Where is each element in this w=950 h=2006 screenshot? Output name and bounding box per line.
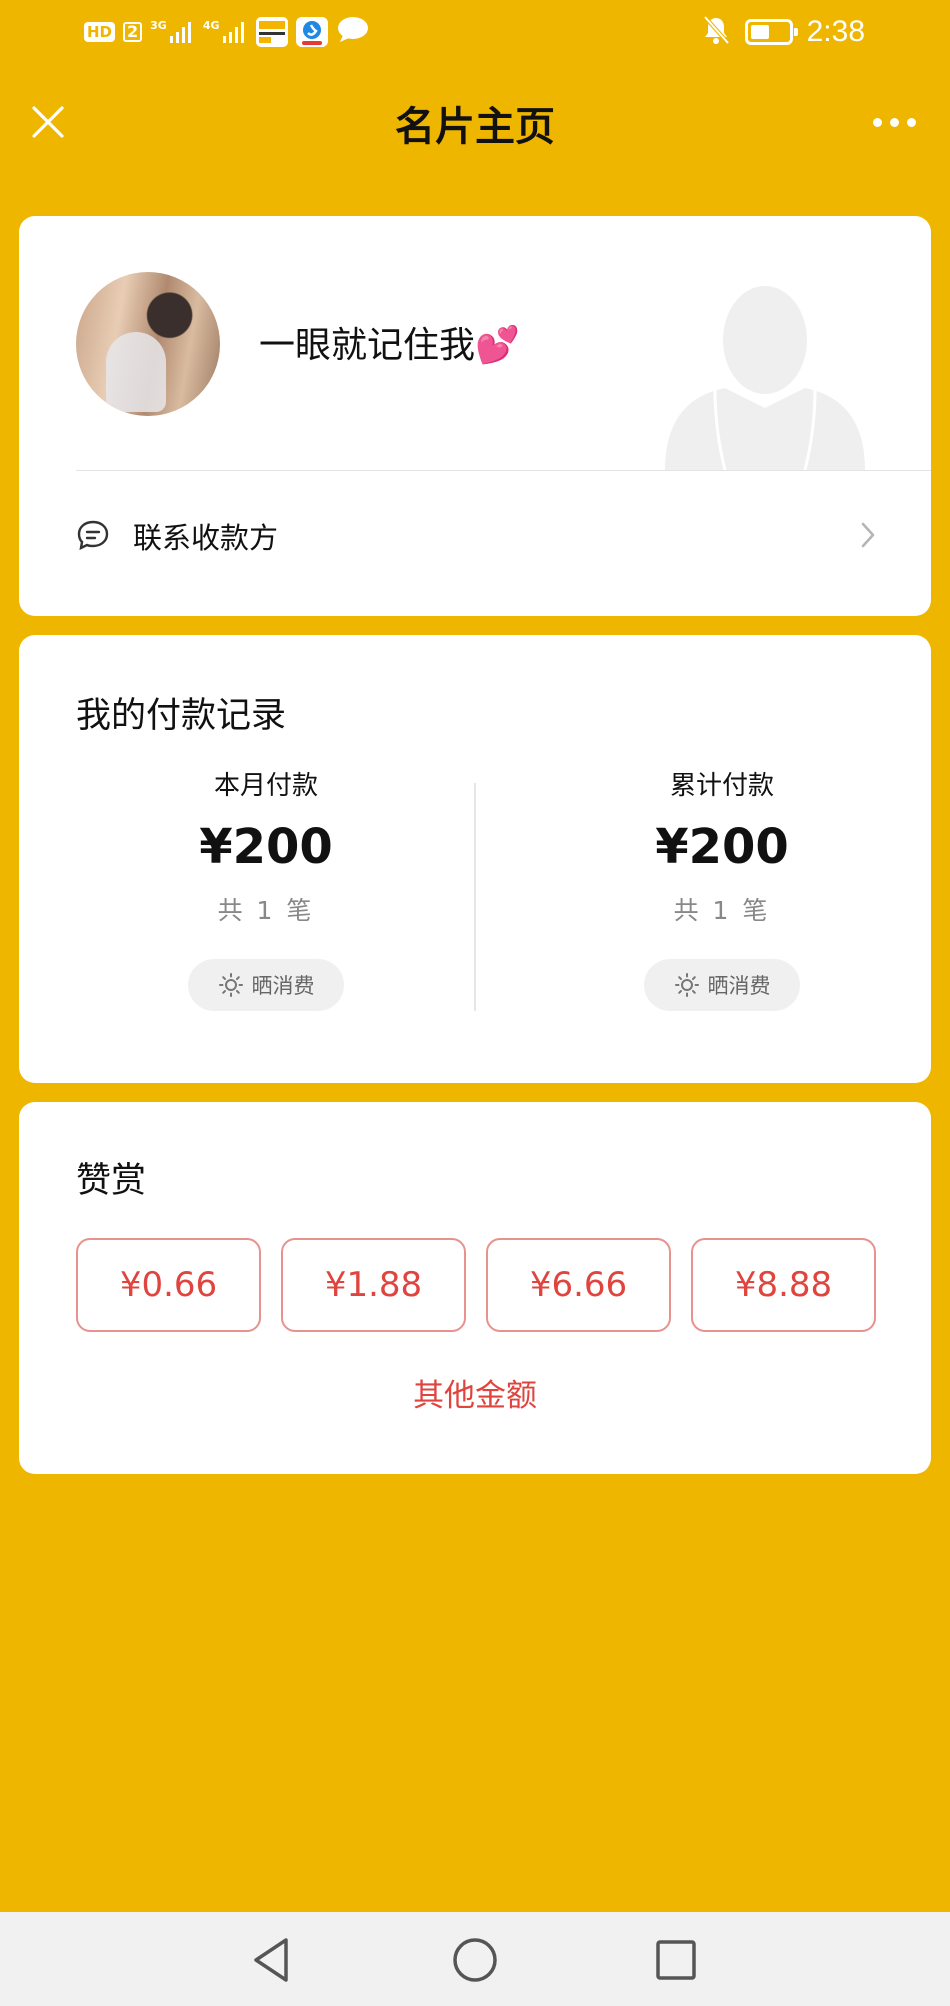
monthly-payment-count: 共 1 笔 [217, 896, 315, 925]
tip-amount-button[interactable]: ¥8.88 [691, 1238, 876, 1332]
bell-muted-icon [701, 14, 731, 50]
monthly-payment-label: 本月付款 [213, 771, 318, 801]
status-bar: HD 2 3G 4G 2:38 [0, 0, 950, 64]
title-bar: 名片主页 [0, 64, 950, 180]
back-triangle-icon [254, 1938, 288, 1982]
avatar-figure [106, 332, 166, 412]
message-icon [76, 519, 110, 555]
contact-payee-row[interactable]: 联系收款方 [19, 471, 931, 596]
status-bar-right: 2:38 [701, 14, 865, 50]
chat-bubble-icon [336, 16, 370, 48]
vertical-divider [474, 783, 476, 1011]
battery-level [750, 25, 769, 39]
profile-card: 一眼就记住我💕 联系收款方 [19, 216, 931, 616]
share-spending-label: 晒消费 [251, 974, 315, 998]
app-notification-icon [255, 17, 288, 47]
avatar[interactable] [76, 272, 220, 416]
more-icon [872, 117, 882, 127]
tip-amount-button[interactable]: ¥1.88 [281, 1238, 466, 1332]
network-type-label: 3G [150, 19, 167, 32]
tip-amount-button[interactable]: ¥0.66 [76, 1238, 261, 1332]
browser-app-icon [295, 17, 328, 47]
back-button[interactable] [244, 1932, 300, 1988]
chevron-right-icon [859, 521, 877, 553]
other-amount-link[interactable]: 其他金额 [19, 1370, 931, 1415]
tip-amount-options: ¥0.66 ¥1.88 ¥6.66 ¥8.88 [76, 1238, 876, 1332]
status-time: 2:38 [806, 15, 865, 48]
total-payment-stat: 累计付款 ¥200 共 1 笔 晒消费 [572, 765, 872, 1011]
recents-button[interactable] [648, 1932, 704, 1988]
monthly-payment-stat: 本月付款 ¥200 共 1 笔 晒消费 [116, 765, 416, 1011]
total-payment-amount: ¥200 [655, 819, 789, 875]
payment-record-card: 我的付款记录 本月付款 ¥200 共 1 笔 晒消费 累计付款 ¥200 共 1… [19, 635, 931, 1083]
sun-icon [218, 973, 243, 997]
share-spending-label: 晒消费 [707, 974, 771, 998]
hd-badge: HD [84, 22, 116, 42]
share-spending-button[interactable]: 晒消费 [644, 959, 800, 1011]
page-title: 名片主页 [395, 104, 555, 150]
recents-square-icon [656, 1940, 696, 1980]
more-icon-dot [906, 117, 916, 127]
more-button[interactable] [864, 100, 924, 144]
system-nav-bar [0, 1912, 950, 2006]
tip-card: 赞赏 ¥0.66 ¥1.88 ¥6.66 ¥8.88 其他金额 [19, 1102, 931, 1474]
profile-name: 一眼就记住我💕 [259, 325, 520, 366]
network-type-label: 4G [202, 19, 220, 32]
sun-icon [674, 973, 699, 997]
total-payment-label: 累计付款 [669, 771, 774, 801]
signal-icon: 3G [150, 20, 195, 44]
tip-amount-button[interactable]: ¥6.66 [486, 1238, 671, 1332]
battery-icon [744, 19, 798, 45]
status-bar-left: HD 2 3G 4G [84, 14, 370, 50]
person-silhouette-icon [665, 286, 865, 470]
monthly-payment-amount: ¥200 [199, 819, 333, 875]
home-button[interactable] [447, 1932, 503, 1988]
sim-indicator: 2 [123, 22, 143, 42]
total-payment-count: 共 1 笔 [673, 896, 771, 925]
payment-record-title: 我的付款记录 [76, 696, 287, 736]
contact-payee-label: 联系收款方 [133, 521, 279, 555]
more-icon-dot [889, 117, 899, 127]
tip-title: 赞赏 [76, 1161, 147, 1201]
share-spending-button[interactable]: 晒消费 [188, 959, 344, 1011]
home-circle-icon [453, 1938, 497, 1982]
signal-icon: 4G [203, 20, 248, 44]
